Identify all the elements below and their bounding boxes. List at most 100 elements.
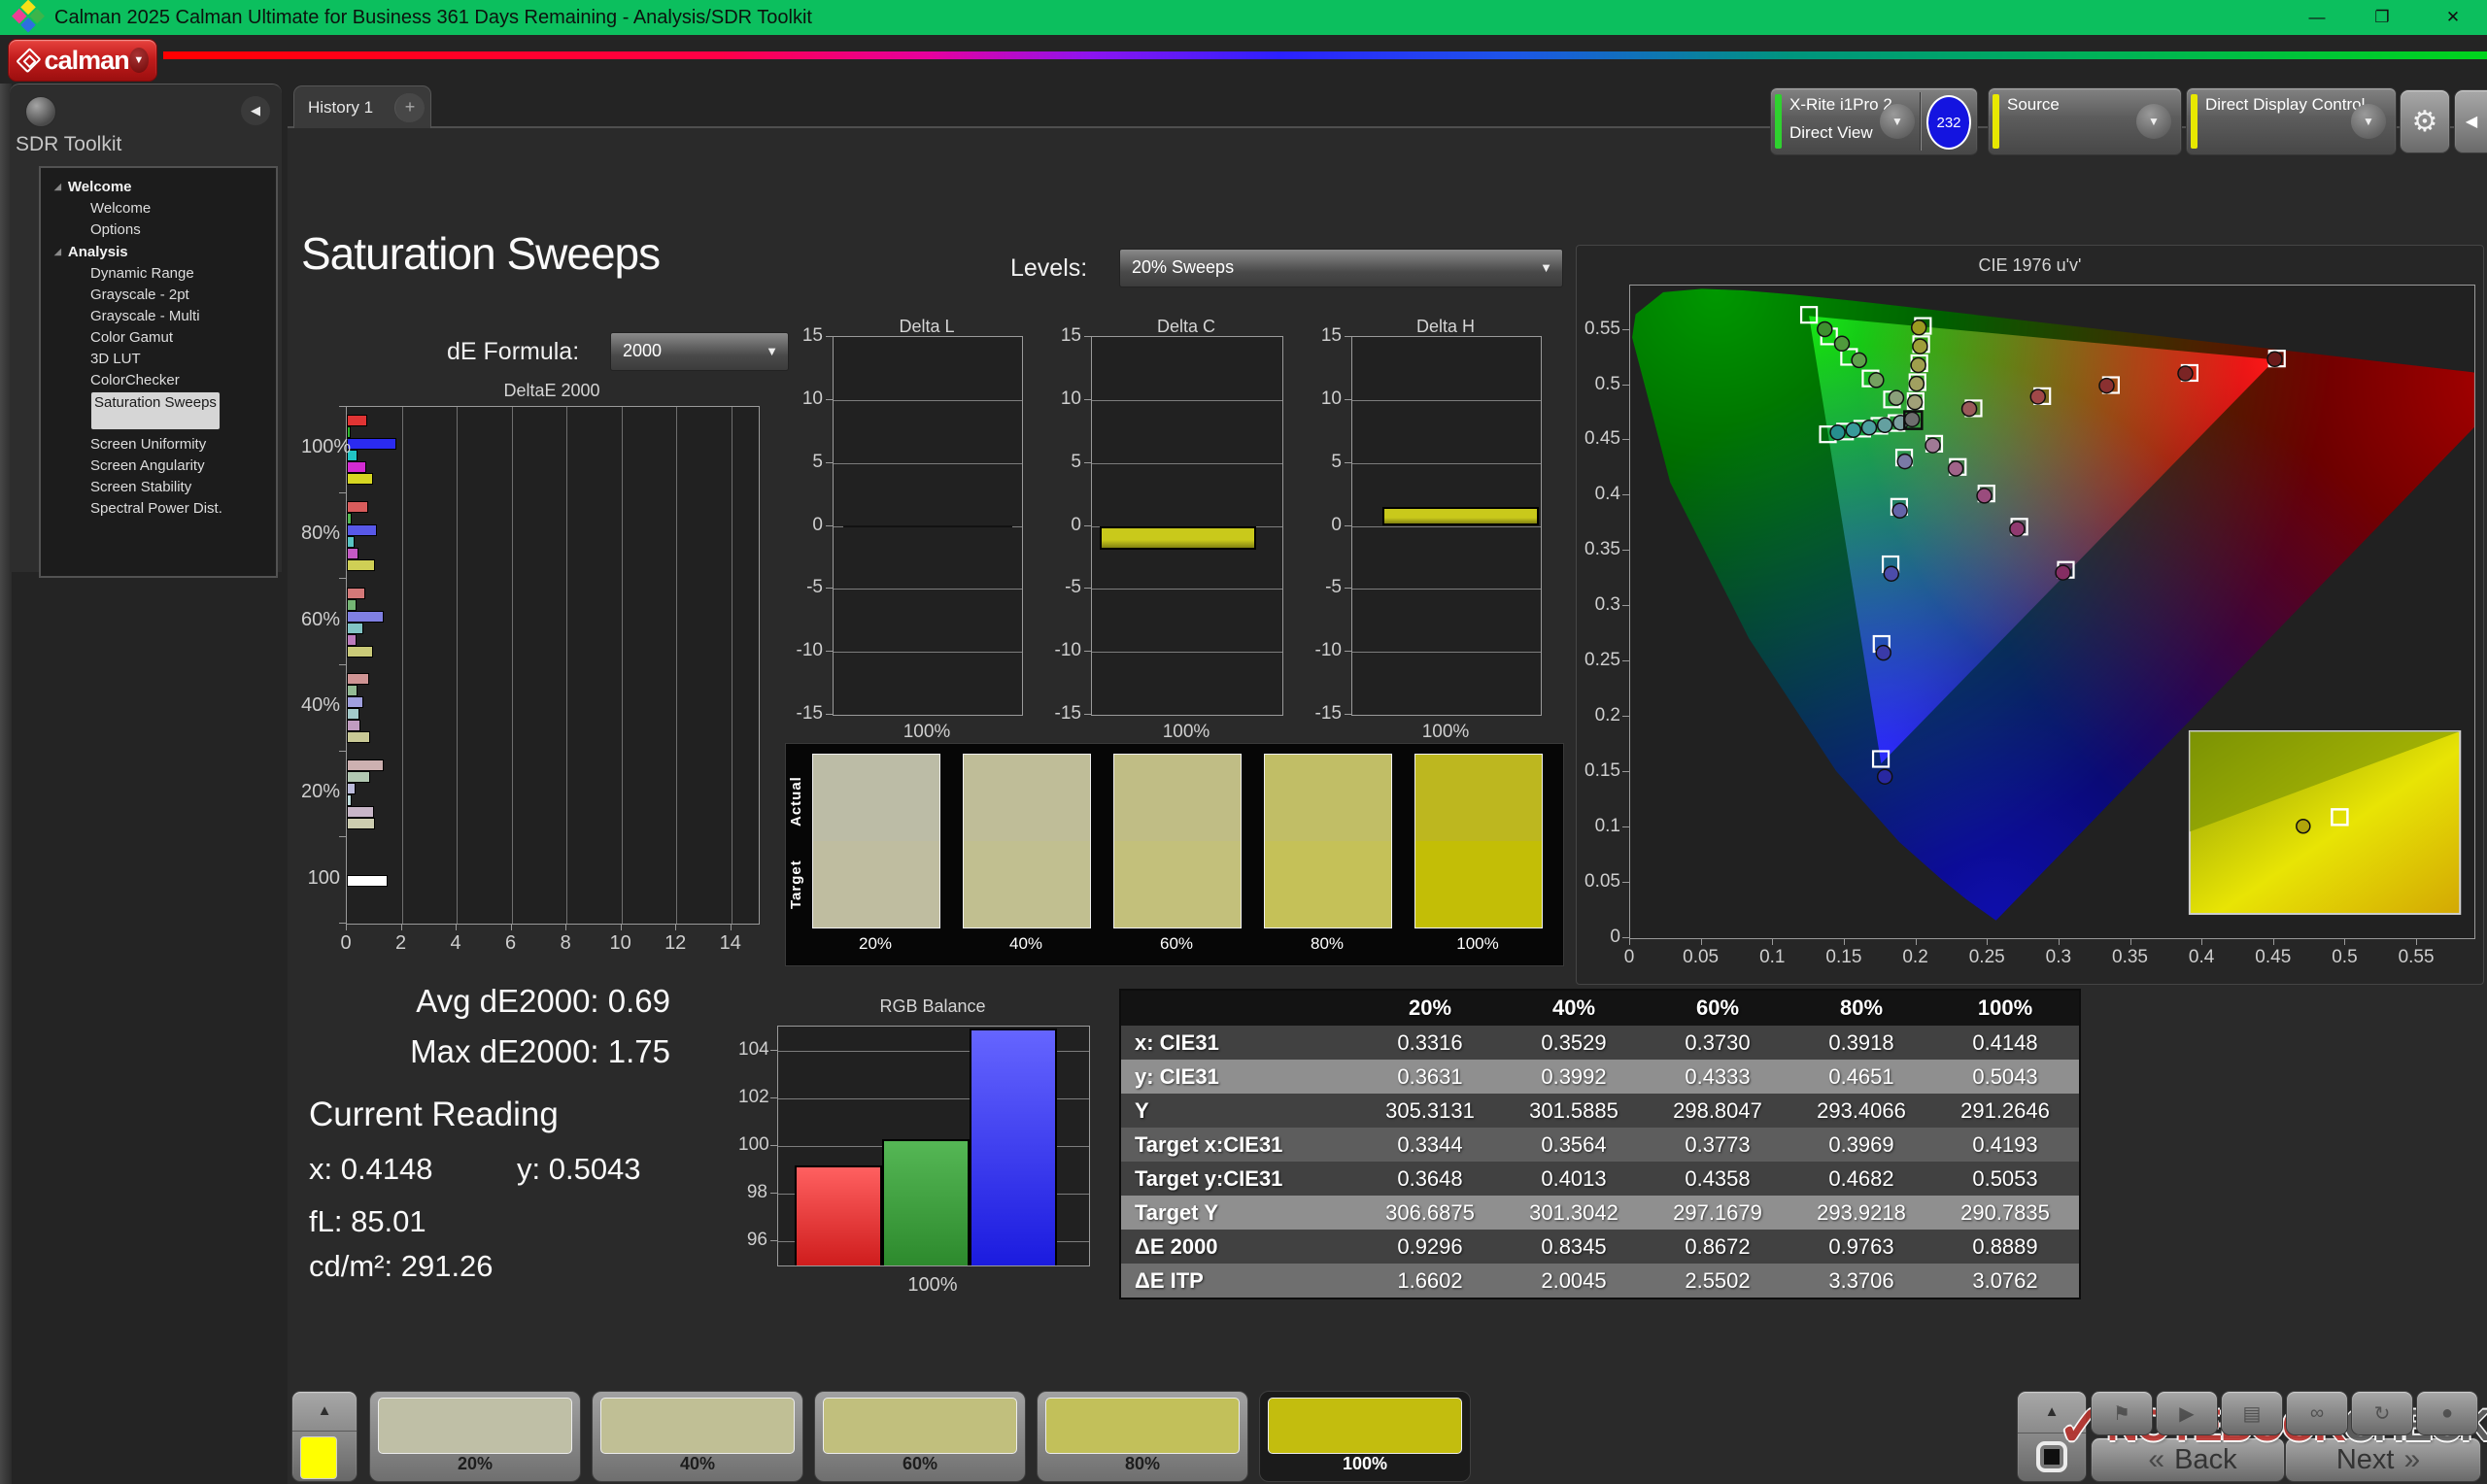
- y-tick-label: 98: [746, 1182, 767, 1203]
- y-tick-label: 0: [1610, 927, 1620, 947]
- current-reading-title: Current Reading: [309, 1096, 559, 1133]
- stop-button[interactable]: [2036, 1441, 2067, 1472]
- record-button[interactable]: ●: [2416, 1391, 2478, 1435]
- y-tick: [1345, 461, 1351, 463]
- column-header: 20%: [1408, 995, 1452, 1020]
- row-label: ΔE 2000: [1135, 1234, 1218, 1259]
- x-tick-label: 4: [450, 932, 461, 954]
- y-tick-label: 15: [1060, 325, 1081, 346]
- tree-item-color-gamut[interactable]: Color Gamut: [41, 327, 276, 349]
- y-tick: [770, 1240, 777, 1242]
- next-button[interactable]: Next »: [2285, 1437, 2481, 1482]
- deltae-bar: [347, 720, 361, 732]
- cell-value: 301.5885: [1529, 1098, 1618, 1123]
- flag-button[interactable]: ⚑: [2091, 1391, 2153, 1435]
- pattern-swatch-80%[interactable]: 80%: [1037, 1391, 1248, 1482]
- app-window: Calman 2025 Calman Ultimate for Business…: [0, 0, 2487, 1484]
- settings-button[interactable]: ⚙: [2400, 89, 2450, 153]
- tree-expander-icon[interactable]: ◢: [54, 182, 61, 191]
- tree-item-3d-lut[interactable]: 3D LUT: [41, 349, 276, 370]
- x-tick-label: 0.45: [2255, 947, 2292, 967]
- deltae-bar: [347, 708, 359, 721]
- deltae-bar: [347, 645, 373, 658]
- x-tick: [2416, 939, 2418, 945]
- panel-collapse-button[interactable]: ◀: [2454, 89, 2487, 153]
- tree-item-dynamic-range[interactable]: Dynamic Range: [41, 263, 276, 285]
- cell-value: 0.3648: [1397, 1166, 1463, 1191]
- chart-title: Delta C: [1156, 317, 1216, 336]
- cell-value: 2.5502: [1685, 1268, 1751, 1293]
- expand-up-button[interactable]: ▲: [292, 1392, 357, 1432]
- delta_h-bar: [1382, 506, 1540, 526]
- meter-count-badge[interactable]: 232: [1926, 95, 1971, 150]
- calman-menu-button[interactable]: calman ▼: [8, 39, 157, 82]
- cell-value: 0.4013: [1541, 1166, 1607, 1191]
- display-control-dropdown[interactable]: Direct Display Control ▼: [2186, 87, 2397, 155]
- chevron-down-icon: ▼: [1880, 104, 1915, 139]
- x-tick-label: 0.2: [1902, 947, 1928, 967]
- list-button[interactable]: ▤: [2221, 1391, 2283, 1435]
- tree-item-colorchecker[interactable]: ColorChecker: [41, 370, 276, 391]
- levels-value: 20% Sweeps: [1132, 257, 1235, 277]
- y-tick: [1622, 550, 1629, 552]
- tree-item-spectral-power-dist-[interactable]: Spectral Power Dist.: [41, 498, 276, 520]
- y-tick-label: 0.55: [1584, 318, 1620, 339]
- tree-item-screen-angularity[interactable]: Screen Angularity: [41, 455, 276, 477]
- tab-history-1[interactable]: History 1 +: [293, 85, 431, 128]
- tree-item-screen-uniformity[interactable]: Screen Uniformity: [41, 434, 276, 455]
- play-button[interactable]: ▶: [2156, 1391, 2218, 1435]
- pattern-swatch-40%[interactable]: 40%: [592, 1391, 803, 1482]
- x-tick-label: 10: [609, 932, 631, 954]
- tree-item-grayscale-multi[interactable]: Grayscale - Multi: [41, 306, 276, 327]
- sidebar-collapse-button[interactable]: ◀: [241, 96, 270, 125]
- deltae-bar: [347, 622, 364, 634]
- cell-value: 0.4148: [1972, 1030, 2038, 1055]
- minimize-button[interactable]: —: [2296, 0, 2338, 35]
- x-tick-label: 0.4: [2188, 947, 2215, 967]
- gridline: [1092, 462, 1282, 464]
- close-button[interactable]: ✕: [2432, 0, 2474, 35]
- window-title: Calman 2025 Calman Ultimate for Business…: [54, 6, 812, 28]
- target-swatch: [964, 841, 1090, 928]
- tree-item-welcome[interactable]: Welcome: [41, 198, 276, 219]
- meter-dropdown[interactable]: X-Rite i1Pro 2 Direct View ▼ 232: [1770, 87, 1978, 155]
- levels-select[interactable]: 20% Sweeps ▼: [1119, 249, 1563, 287]
- refresh-button[interactable]: ↻: [2351, 1391, 2413, 1435]
- back-button[interactable]: « Back: [2091, 1437, 2285, 1482]
- deltae-bar: [347, 513, 352, 524]
- cell-value: 0.4193: [1972, 1132, 2038, 1157]
- x-tick-label: 0.25: [1968, 947, 2005, 967]
- tree-item-screen-stability[interactable]: Screen Stability: [41, 477, 276, 498]
- list-icon: ▤: [2242, 1402, 2262, 1425]
- x-tick: [1772, 939, 1774, 945]
- deltae-bar: [347, 501, 368, 513]
- source-dropdown[interactable]: Source ▼: [1988, 87, 2182, 155]
- tree-section-welcome[interactable]: ◢ Welcome: [41, 176, 276, 198]
- tree-section-analysis[interactable]: ◢ Analysis: [41, 241, 276, 263]
- tree-item-options[interactable]: Options: [41, 219, 276, 241]
- x-tick: [2201, 939, 2203, 945]
- loop-button[interactable]: ∞: [2286, 1391, 2348, 1435]
- de-formula-select[interactable]: 2000 ▼: [610, 332, 789, 371]
- expand-up-button[interactable]: ▲: [2018, 1392, 2086, 1433]
- cell-value: 301.3042: [1529, 1200, 1618, 1225]
- meter-status-stripe: [1775, 94, 1782, 149]
- table-row: Y 305.3131 301.5885 298.8047 293.4066 291.264…: [1121, 1094, 2079, 1128]
- back-arrow-icon: «: [2148, 1443, 2165, 1475]
- restore-button[interactable]: ❐: [2361, 0, 2403, 35]
- pattern-swatch-100%[interactable]: 100%: [1259, 1391, 1471, 1482]
- tree-item-grayscale-2pt[interactable]: Grayscale - 2pt: [41, 285, 276, 306]
- row-label: ΔE ITP: [1135, 1268, 1204, 1293]
- tree-item-label: Saturation Sweeps: [90, 391, 221, 430]
- gridline: [621, 407, 623, 924]
- deltae-bar: [347, 548, 359, 559]
- y-tick-label: -5: [806, 577, 823, 598]
- y-tick-label: 5: [1331, 451, 1342, 472]
- pattern-swatch-20%[interactable]: 20%: [369, 1391, 581, 1482]
- x-tick-label: 0.05: [1683, 947, 1720, 967]
- tree-expander-icon[interactable]: ◢: [54, 247, 61, 256]
- add-tab-button[interactable]: +: [394, 92, 425, 122]
- status-orb-icon[interactable]: [25, 96, 56, 127]
- pattern-swatch-60%[interactable]: 60%: [814, 1391, 1026, 1482]
- cell-value: 291.2646: [1960, 1098, 2050, 1123]
